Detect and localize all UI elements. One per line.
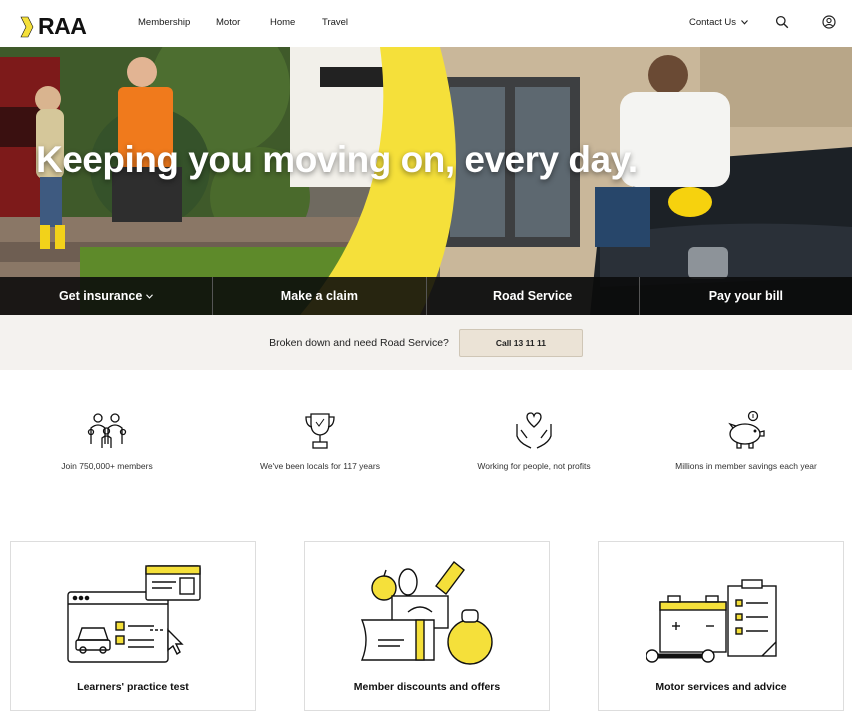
road-service-label: Road Service [493, 289, 573, 303]
search-icon[interactable] [775, 15, 789, 29]
raa-logo-mark-icon [20, 16, 34, 37]
card-title: Member discounts and offers [353, 681, 501, 693]
learners-test-illustration [67, 565, 201, 663]
contact-us-label: Contact Us [689, 17, 736, 28]
account-icon[interactable] [822, 15, 836, 29]
card-member-discounts[interactable]: Member discounts and offers [304, 541, 550, 711]
stat-not-for-profit: Working for people, not profits [434, 408, 634, 471]
chevron-down-icon [741, 20, 748, 25]
piggy-bank-icon [728, 410, 765, 449]
nav-item-membership[interactable]: Membership [138, 17, 190, 28]
stat-label: Join 750,000+ members [61, 461, 153, 471]
pay-your-bill-label: Pay your bill [708, 289, 784, 303]
motor-services-illustration [646, 579, 777, 663]
pay-your-bill-button[interactable]: Pay your bill [640, 277, 852, 315]
stat-years: We've been locals for 117 years [220, 408, 420, 471]
make-a-claim-label: Make a claim [280, 289, 358, 303]
road-service-button[interactable]: Road Service [427, 277, 640, 315]
hero-banner: Keeping you moving on, every day. Get in… [0, 47, 852, 315]
nav-item-motor[interactable]: Motor [216, 17, 240, 28]
top-navigation: RAA Membership Motor Home Travel Contact… [0, 0, 852, 47]
quick-actions-bar: Get insurance Make a claim Road Service … [0, 277, 852, 315]
hero-photo [0, 47, 852, 315]
stat-label: We've been locals for 117 years [260, 461, 380, 471]
logo-text: RAA [38, 13, 87, 39]
get-insurance-button[interactable]: Get insurance [0, 277, 214, 315]
raa-logo[interactable]: RAA [20, 13, 87, 40]
stat-label: Working for people, not profits [477, 461, 591, 471]
hero-title: Keeping you moving on, every day. [36, 139, 638, 180]
stat-label: Millions in member savings each year [675, 461, 817, 471]
member-discounts-illustration [360, 561, 493, 665]
road-service-banner: Broken down and need Road Service? Call … [0, 315, 852, 370]
nav-item-home[interactable]: Home [270, 17, 295, 28]
make-a-claim-button[interactable]: Make a claim [213, 277, 427, 315]
stat-members: Join 750,000+ members [7, 408, 207, 471]
nav-item-travel[interactable]: Travel [322, 17, 348, 28]
contact-us-dropdown[interactable]: Contact Us [689, 17, 748, 28]
card-title: Motor services and advice [655, 681, 787, 693]
card-title: Learners' practice test [77, 681, 189, 693]
card-motor-services[interactable]: Motor services and advice [598, 541, 844, 711]
call-road-service-button[interactable]: Call 13 11 11 [458, 328, 583, 357]
trophy-icon [305, 413, 335, 449]
breakdown-prompt: Broken down and need Road Service? [269, 336, 449, 349]
stat-savings: Millions in member savings each year [646, 408, 846, 471]
card-learners-test[interactable]: Learners' practice test [10, 541, 256, 711]
family-icon [87, 413, 127, 448]
get-insurance-label: Get insurance [58, 289, 143, 303]
chevron-down-icon [146, 293, 154, 299]
heart-hands-icon [516, 412, 552, 449]
